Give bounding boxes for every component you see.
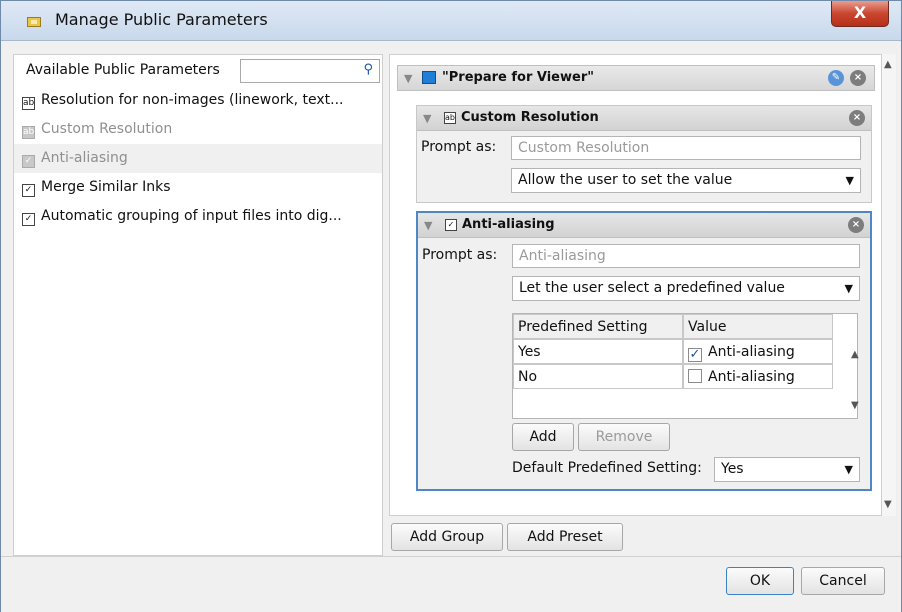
param-header[interactable]: ▼ ✓ Anti-aliasing × (418, 213, 870, 238)
search-input[interactable]: ⚲ (240, 59, 380, 83)
list-item[interactable]: ab Resolution for non-images (linework, t… (14, 86, 382, 115)
default-setting-dropdown[interactable]: Yes ▼ (714, 457, 860, 482)
param-custom-resolution: ▼ ab Custom Resolution × Prompt as: Cust… (416, 105, 872, 203)
remove-param-icon[interactable]: × (848, 217, 864, 233)
prompt-field[interactable]: Anti-aliasing (512, 244, 860, 268)
vertical-scrollbar[interactable]: ▲ ▼ (882, 54, 896, 516)
text-param-icon: ab (22, 97, 35, 110)
param-anti-aliasing: ▼ ✓ Anti-aliasing × Prompt as: Anti-alia… (416, 211, 872, 491)
column-header-value: Value (683, 314, 833, 339)
collapse-triangle-icon[interactable]: ▼ (404, 72, 412, 85)
chevron-down-icon: ▼ (844, 463, 853, 476)
param-header[interactable]: ▼ ab Custom Resolution × (417, 106, 871, 131)
add-group-button[interactable]: Add Group (391, 523, 503, 551)
table-cell-value[interactable]: Anti-aliasing (683, 364, 833, 389)
list-item[interactable]: ✓ Anti-aliasing (14, 144, 382, 173)
mode-dropdown[interactable]: Allow the user to set the value ▼ (511, 168, 861, 193)
add-preset-button[interactable]: Add Preset (507, 523, 623, 551)
predefined-values-table: Predefined Setting Value Yes ✓ Anti-alias… (512, 313, 859, 419)
chevron-up-icon[interactable]: ▲ (884, 59, 892, 70)
list-header: Available Public Parameters (26, 62, 220, 78)
table-cell-setting[interactable]: Yes (513, 339, 683, 364)
prompt-label: Prompt as: (421, 139, 497, 155)
prompt-label: Prompt as: (422, 247, 498, 263)
collapse-triangle-icon[interactable]: ▼ (424, 219, 432, 232)
group-header[interactable]: ▼ "Prepare for Viewer" ✎ × (397, 65, 875, 91)
list-item[interactable]: ✓ Merge Similar Inks (14, 173, 382, 202)
remove-row-button[interactable]: Remove (578, 423, 670, 451)
param-title: Custom Resolution (461, 110, 599, 125)
mode-dropdown[interactable]: Let the user select a predefined value ▼ (512, 276, 860, 301)
chevron-down-icon[interactable]: ▼ (884, 499, 892, 510)
table-cell-value[interactable]: ✓ Anti-aliasing (683, 339, 833, 364)
checkbox[interactable]: ✓ (688, 348, 702, 362)
search-icon: ⚲ (363, 62, 373, 77)
available-parameters-list: Available Public Parameters ⚲ ab Resoluti… (13, 54, 383, 556)
chevron-down-icon[interactable]: ▼ (851, 400, 859, 411)
cancel-button[interactable]: Cancel (801, 567, 885, 595)
dialog-footer: OK Cancel (1, 556, 901, 612)
chevron-up-icon[interactable]: ▲ (851, 349, 859, 360)
column-header-setting: Predefined Setting (513, 314, 683, 339)
remove-group-icon[interactable]: × (850, 70, 866, 86)
checkbox-param-icon: ✓ (22, 155, 35, 168)
checkbox-param-icon: ✓ (445, 219, 457, 231)
window-title: Manage Public Parameters (55, 10, 268, 29)
group-title: "Prepare for Viewer" (442, 70, 595, 85)
list-item[interactable]: ✓ Automatic grouping of input files into … (14, 202, 382, 231)
chevron-down-icon: ▼ (845, 174, 854, 187)
prompt-field[interactable]: Custom Resolution (511, 136, 861, 160)
remove-param-icon[interactable]: × (849, 110, 865, 126)
group-editor-panel: ▼ "Prepare for Viewer" ✎ × ▼ ab Custom R… (389, 54, 882, 516)
text-param-icon: ab (22, 126, 35, 139)
collapse-triangle-icon[interactable]: ▼ (423, 112, 431, 125)
close-button[interactable]: X (831, 1, 889, 27)
text-param-icon: ab (444, 112, 456, 124)
param-title: Anti-aliasing (462, 217, 555, 232)
checkbox-param-icon: ✓ (22, 184, 35, 197)
title-bar[interactable]: Manage Public Parameters X (1, 1, 901, 41)
ok-button[interactable]: OK (726, 567, 794, 595)
list-item[interactable]: ab Custom Resolution (14, 115, 382, 144)
app-icon (27, 17, 41, 27)
viewer-icon (422, 71, 436, 84)
chevron-down-icon: ▼ (844, 282, 853, 295)
edit-icon[interactable]: ✎ (828, 70, 844, 86)
default-setting-label: Default Predefined Setting: (512, 460, 702, 476)
checkbox-param-icon: ✓ (22, 213, 35, 226)
dialog-window: Manage Public Parameters X Available Pub… (0, 0, 902, 612)
checkbox[interactable] (688, 369, 702, 383)
table-cell-setting[interactable]: No (513, 364, 683, 389)
add-row-button[interactable]: Add (512, 423, 574, 451)
